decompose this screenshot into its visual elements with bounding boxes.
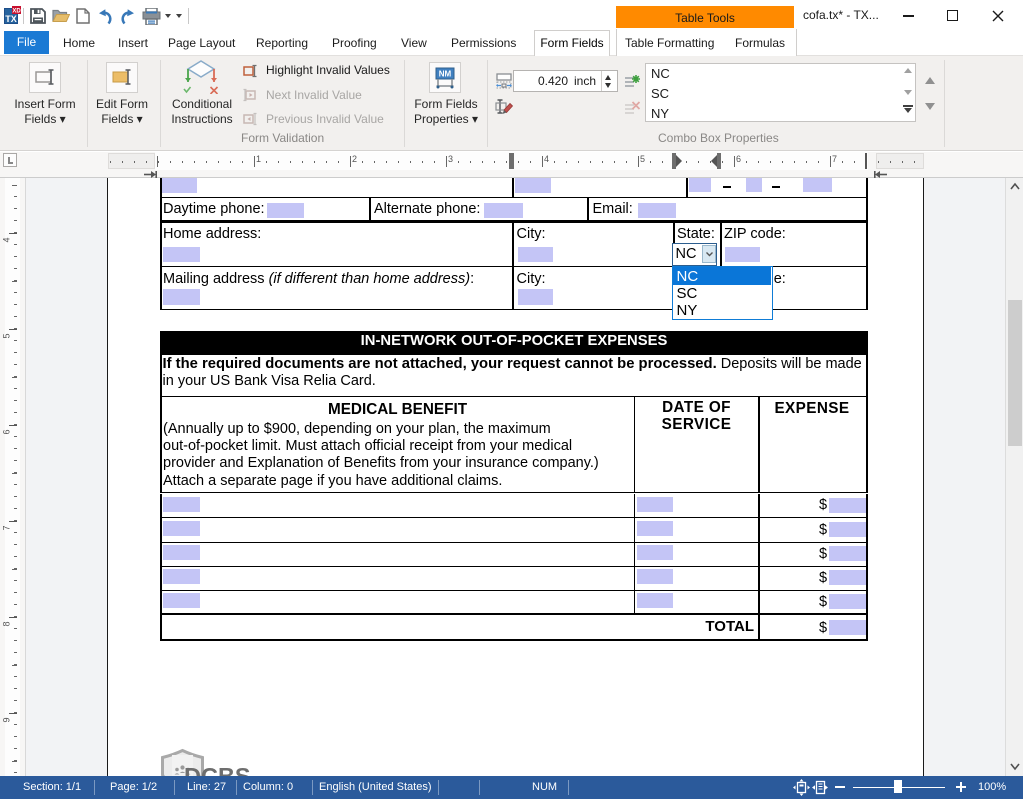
svg-text:DCBS: DCBS: [184, 763, 251, 776]
svg-text:NM: NM: [439, 70, 452, 79]
svg-text:TX: TX: [5, 14, 17, 24]
svg-text:XD: XD: [12, 9, 21, 15]
